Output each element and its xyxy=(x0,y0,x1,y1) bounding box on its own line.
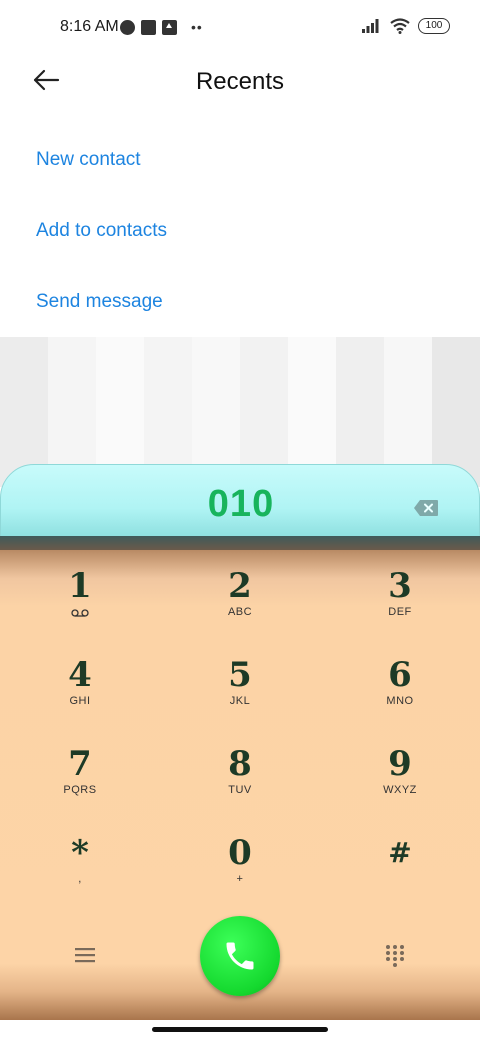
options-menu: New contact Add to contacts Send message xyxy=(0,124,480,337)
status-bar: 8:16 AM •• 100 xyxy=(0,0,480,56)
key-letters: , xyxy=(78,873,82,885)
key-1[interactable]: 1 xyxy=(0,550,160,638)
key-digit: 0 xyxy=(228,833,252,873)
key-digit: * xyxy=(71,833,89,873)
call-button[interactable] xyxy=(200,916,280,996)
key-letters: TUV xyxy=(228,784,252,796)
signal-icon xyxy=(362,19,379,33)
key-letters: WXYZ xyxy=(383,784,417,796)
notification-app-icon xyxy=(120,19,135,35)
key-hash[interactable]: # xyxy=(320,817,480,905)
key-5[interactable]: 5 JKL xyxy=(160,639,320,727)
status-time: 8:16 AM xyxy=(60,18,119,35)
menu-icon[interactable] xyxy=(74,946,96,964)
battery-icon: 100 xyxy=(418,18,450,34)
upload-icon xyxy=(162,19,177,35)
home-indicator[interactable] xyxy=(152,1027,328,1032)
key-6[interactable]: 6 MNO xyxy=(320,639,480,727)
divider xyxy=(0,536,480,550)
key-digit: 8 xyxy=(228,744,252,784)
dialer-panel: 010 1 2 ABC 3 DEF 4 GHI 5 JKL 6 MNO 7 PQ… xyxy=(0,464,480,1040)
key-digit: 2 xyxy=(228,566,252,606)
key-digit: 9 xyxy=(388,744,412,784)
key-4[interactable]: 4 GHI xyxy=(0,639,160,727)
phone-icon xyxy=(226,942,254,970)
dialed-number: 010 xyxy=(207,483,275,525)
backspace-icon[interactable] xyxy=(413,499,439,517)
key-letters: PQRS xyxy=(63,784,97,796)
key-letters: GHI xyxy=(69,695,91,707)
notification-square-icon xyxy=(141,19,156,35)
key-3[interactable]: 3 DEF xyxy=(320,550,480,638)
key-digit: 7 xyxy=(68,744,92,784)
wifi-icon xyxy=(390,18,410,34)
key-8[interactable]: 8 TUV xyxy=(160,728,320,816)
dialer-actions xyxy=(0,914,480,1014)
system-icons: 100 xyxy=(362,18,450,34)
key-7[interactable]: 7 PQRS xyxy=(0,728,160,816)
key-letters: ABC xyxy=(227,606,253,618)
dialpad-icon[interactable] xyxy=(384,944,406,968)
key-digit: 5 xyxy=(228,655,252,695)
key-digit: 4 xyxy=(68,655,92,695)
key-letters: + xyxy=(236,873,244,885)
header: Recents xyxy=(0,56,480,106)
number-display-panel: 010 xyxy=(0,464,480,538)
voicemail-icon xyxy=(71,609,89,617)
send-message-link[interactable]: Send message xyxy=(0,266,480,337)
key-letters: JKL xyxy=(229,695,251,707)
more-notifications-icon: •• xyxy=(191,19,203,35)
page-title: Recents xyxy=(195,68,285,95)
key-digit: 6 xyxy=(388,655,412,695)
new-contact-link[interactable]: New contact xyxy=(0,124,480,195)
key-digit: 3 xyxy=(388,566,412,606)
key-9[interactable]: 9 WXYZ xyxy=(320,728,480,816)
key-letters: MNO xyxy=(386,695,414,707)
key-0[interactable]: 0 + xyxy=(160,817,320,905)
key-letters: DEF xyxy=(388,606,412,618)
add-to-contacts-link[interactable]: Add to contacts xyxy=(0,195,480,266)
notification-icons: •• xyxy=(120,19,203,35)
key-digit: 1 xyxy=(68,566,92,606)
key-digit: # xyxy=(388,836,412,869)
key-2[interactable]: 2 ABC xyxy=(160,550,320,638)
key-star[interactable]: * , xyxy=(0,817,160,905)
